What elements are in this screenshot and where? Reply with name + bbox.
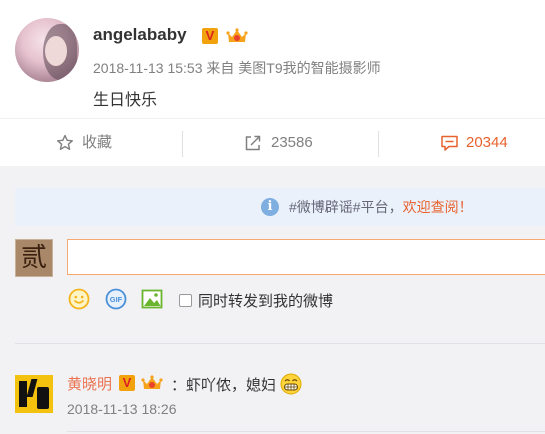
gif-icon[interactable]: GIF (105, 288, 127, 310)
vip-crown-icon[interactable] (226, 27, 248, 45)
comment-divider (67, 431, 545, 432)
vip-crown-icon[interactable] (141, 374, 163, 392)
svg-text:GIF: GIF (110, 295, 123, 304)
comment-text: ：虾吖侬，媳妇 (171, 373, 302, 395)
action-separator (182, 131, 183, 157)
avatar-mark (26, 379, 38, 397)
commenter-name[interactable]: 黄晓明 (67, 373, 112, 394)
comment-count: 20344 (466, 134, 508, 151)
favorite-label: 收藏 (82, 134, 113, 151)
notice-text: #微博辟谣#平台，欢迎查阅！ (289, 188, 473, 226)
weibo-post: angelababy V 2018-11-13 15:53 来自 美图T9我的智… (0, 0, 545, 118)
favorite-button[interactable]: 收藏 (56, 119, 112, 167)
post-action-bar: 收藏 23586 20344 (0, 118, 545, 168)
current-user-avatar[interactable]: 贰 (15, 239, 53, 277)
repost-count: 23586 (271, 134, 313, 151)
repost-icon (245, 135, 261, 151)
info-icon: i (261, 198, 279, 216)
comment-time: 2018-11-13 18:26 (67, 401, 177, 417)
notice-link[interactable]: 欢迎查阅！ (403, 199, 473, 215)
repost-checkbox[interactable] (179, 294, 192, 307)
repost-button[interactable]: 23586 (244, 119, 313, 167)
comment-input[interactable] (67, 239, 545, 275)
comment-icon (441, 135, 458, 151)
section-divider (15, 343, 545, 344)
verified-v-icon[interactable]: V (119, 375, 135, 391)
notice-prefix[interactable]: #微博辟谣#平台， (289, 199, 403, 215)
image-icon[interactable] (141, 288, 163, 310)
avatar-face (45, 36, 67, 66)
verified-v-icon[interactable]: V (202, 28, 218, 44)
commenter-avatar[interactable] (15, 375, 53, 413)
repost-checkbox-label[interactable]: 同时转发到我的微博 (198, 290, 333, 311)
author-name[interactable]: angelababy (93, 25, 187, 45)
avatar-mark (37, 387, 49, 409)
avatar-mark (19, 381, 27, 407)
grin-emoji-icon (280, 373, 302, 395)
author-avatar[interactable] (15, 18, 79, 82)
comment-button[interactable]: 20344 (414, 119, 528, 168)
post-meta: 2018-11-13 15:53 来自 美图T9我的智能摄影师 (93, 60, 381, 76)
emoji-icon[interactable] (68, 288, 90, 310)
comment-body: ：虾吖侬，媳妇 (171, 377, 277, 394)
post-content: 生日快乐 (93, 92, 158, 109)
comments-panel: i #微博辟谣#平台，欢迎查阅！ 贰 GIF 同时转发到我的微博 黄晓明 V ：… (0, 166, 545, 434)
star-icon (57, 134, 73, 150)
action-separator (378, 131, 379, 157)
rumor-notice[interactable]: i #微博辟谣#平台，欢迎查阅！ (15, 188, 545, 226)
